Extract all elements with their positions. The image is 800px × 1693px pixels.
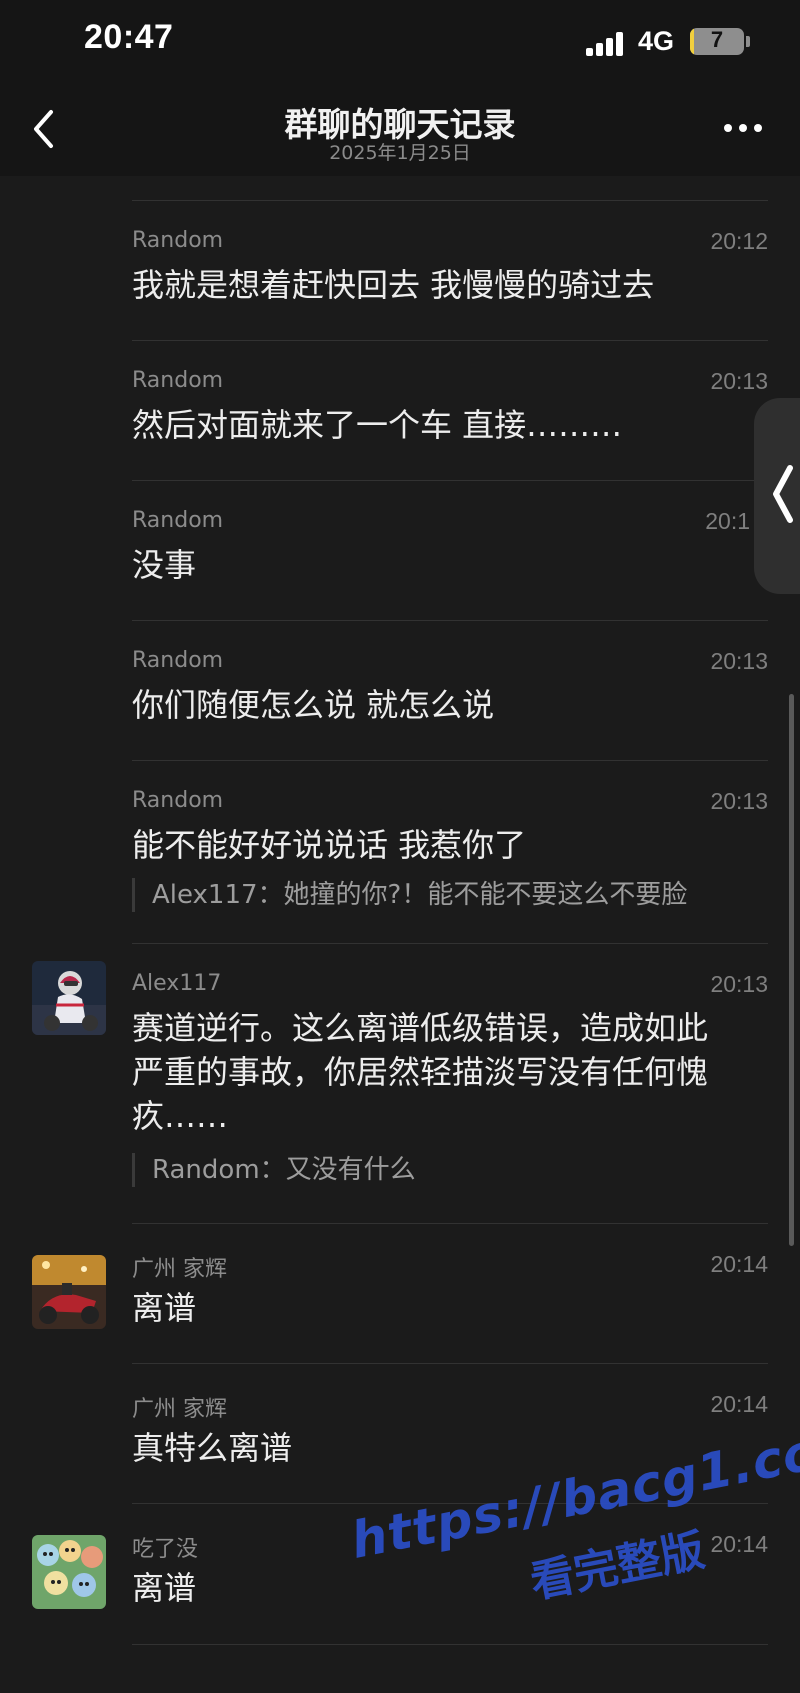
sender-name: Random	[132, 368, 224, 393]
divider	[132, 1223, 768, 1224]
divider	[132, 200, 768, 201]
battery-level: 7	[710, 28, 724, 52]
message-text: 离谱	[132, 1289, 197, 1327]
more-dots-icon-dot	[739, 124, 747, 132]
scrollbar[interactable]	[789, 694, 794, 1246]
avatar[interactable]	[32, 961, 106, 1035]
divider	[132, 480, 768, 481]
message-time: 20:1	[705, 508, 750, 534]
status-bar: 20:47 4G 7	[0, 0, 800, 86]
message-text-line: 赛道逆行。这么离谱低级错误，造成如此	[132, 1009, 709, 1047]
sender-name: 吃了没	[132, 1537, 199, 1562]
cellular-signal-icon	[586, 32, 628, 56]
message-text: 能不能好好说说话 我惹你了	[132, 826, 527, 864]
sender-name: Random	[132, 648, 224, 673]
divider	[132, 943, 768, 944]
divider	[132, 760, 768, 761]
avatar[interactable]	[32, 1255, 106, 1329]
message-time: 20:14	[710, 1251, 768, 1277]
divider	[132, 620, 768, 621]
message-text-line: 疚……	[132, 1097, 229, 1135]
network-type: 4G	[638, 26, 675, 56]
message-text-line: 严重的事故，你居然轻描淡写没有任何愧	[132, 1053, 709, 1091]
sender-name: 广州 家辉	[132, 1397, 227, 1422]
message-text: 你们随便怎么说 就怎么说	[132, 686, 495, 724]
message-time: 20:12	[710, 228, 768, 254]
sender-name: Random	[132, 788, 224, 813]
divider	[132, 1363, 768, 1364]
message-time: 20:13	[710, 368, 768, 394]
message-text: 没事	[132, 546, 197, 584]
sender-name: 广州 家辉	[132, 1257, 227, 1282]
message-time: 20:13	[710, 788, 768, 814]
quoted-message[interactable]: Alex117：她撞的你?！能不能不要这么不要脸	[132, 878, 687, 912]
sender-name: Random	[132, 228, 224, 253]
more-dots-icon	[724, 124, 732, 132]
battery-icon: 7	[690, 28, 744, 55]
motorcycle-rider-avatar-image	[32, 961, 106, 1035]
quoted-message[interactable]: Random：又没有什么	[132, 1153, 416, 1187]
avatar[interactable]	[32, 1535, 106, 1609]
message-text: 我就是想着赶快回去 我慢慢的骑过去	[132, 266, 655, 304]
more-dots-icon-dot	[754, 124, 762, 132]
message-text: 然后对面就来了一个车 直接………	[132, 406, 623, 444]
message-time: 20:13	[710, 648, 768, 674]
battery-cap	[746, 36, 750, 47]
page-subtitle-date: 2025年1月25日	[329, 142, 471, 164]
chevron-left-icon	[773, 465, 793, 523]
cartoon-group-avatar-image	[32, 1535, 106, 1609]
more-button[interactable]	[720, 118, 766, 138]
motorcycle-avatar-image	[32, 1255, 106, 1329]
nav-bar: 群聊的聊天记录 2025年1月25日	[0, 86, 800, 176]
message-time: 20:13	[710, 971, 768, 997]
side-panel-handle[interactable]	[754, 398, 800, 594]
sender-name: Random	[132, 508, 224, 533]
status-time: 20:47	[84, 18, 174, 56]
sender-name: Alex117	[132, 971, 222, 996]
divider	[132, 340, 768, 341]
